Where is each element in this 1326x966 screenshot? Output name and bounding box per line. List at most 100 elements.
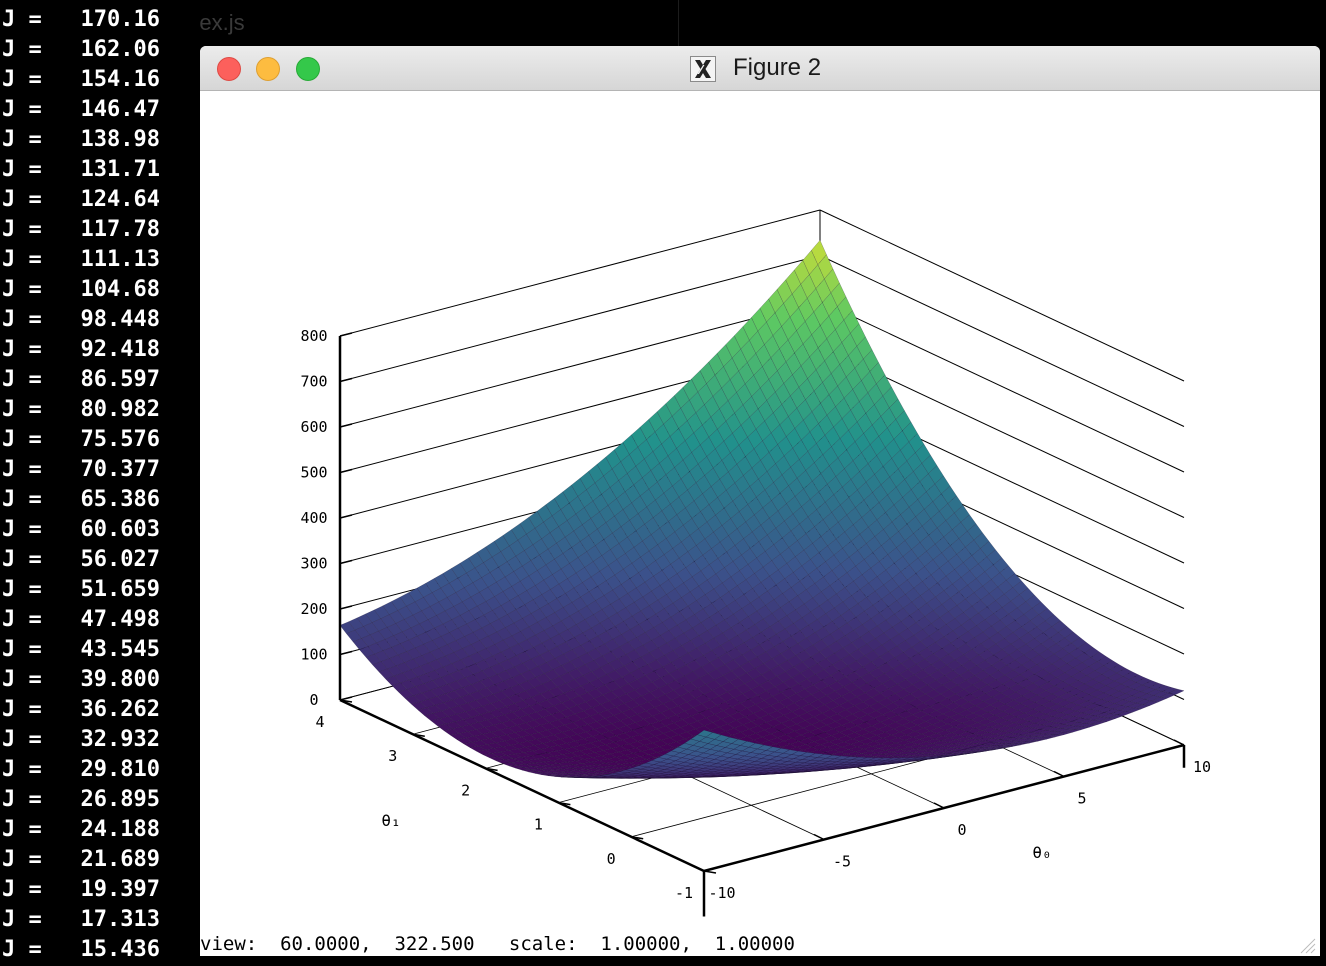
minimize-button[interactable] bbox=[256, 57, 280, 81]
z-tick-mark bbox=[339, 423, 353, 428]
resize-grip-icon[interactable] bbox=[1296, 934, 1316, 954]
view-label: view: bbox=[200, 933, 258, 955]
cost-value: 21.689 bbox=[80, 847, 160, 872]
cost-label: J = bbox=[2, 577, 42, 602]
y-axis-label: θ₁ bbox=[381, 811, 400, 830]
y-tick-mark bbox=[703, 870, 717, 874]
x-tick-mark bbox=[693, 865, 705, 872]
status-bar: view: 60.0000, 322.500 scale: 1.00000, 1… bbox=[200, 932, 1320, 956]
cost-value: 80.982 bbox=[80, 397, 160, 422]
y-tick-label: -1 bbox=[675, 884, 693, 902]
cost-value: 47.498 bbox=[80, 607, 160, 632]
terminal-line: J = 26.895 bbox=[2, 785, 160, 815]
z-tick-label: 400 bbox=[300, 509, 327, 527]
cost-value: 56.027 bbox=[80, 547, 160, 572]
terminal-line: J = 32.932 bbox=[2, 725, 160, 755]
cost-label: J = bbox=[2, 67, 42, 92]
z-grid-line bbox=[339, 209, 821, 337]
terminal-output[interactable]: J = 170.16 J = 162.06 J = 154.16 J = 146.47 J = 1… bbox=[0, 0, 200, 966]
terminal-line: J = 162.06 bbox=[2, 35, 160, 65]
x-tick-mark bbox=[933, 802, 945, 809]
terminal-line: J = 43.545 bbox=[2, 635, 160, 665]
terminal-line: J = 19.397 bbox=[2, 875, 160, 905]
x-tick-label: 10 bbox=[1193, 758, 1211, 776]
cost-value: 117.78 bbox=[80, 217, 160, 242]
y-tick-label: 1 bbox=[534, 816, 543, 834]
x-axis-label: θ₀ bbox=[1032, 843, 1051, 862]
cost-value: 124.64 bbox=[80, 187, 160, 212]
z-tick-mark bbox=[339, 332, 353, 337]
cost-label: J = bbox=[2, 817, 42, 842]
cost-value: 104.68 bbox=[80, 277, 160, 302]
editor-divider bbox=[678, 0, 679, 46]
surface-plot[interactable]: 0100200300400500600700800-10-50510-10123… bbox=[200, 90, 1320, 956]
cost-label: J = bbox=[2, 787, 42, 812]
cost-label: J = bbox=[2, 847, 42, 872]
z-tick-mark bbox=[339, 514, 353, 519]
cost-label: J = bbox=[2, 937, 42, 962]
terminal-line: J = 56.027 bbox=[2, 545, 160, 575]
cost-value: 111.13 bbox=[80, 247, 160, 272]
z-tick-mark bbox=[339, 559, 353, 565]
z-tick-label: 300 bbox=[300, 555, 327, 573]
cost-value: 24.188 bbox=[80, 817, 160, 842]
terminal-line: J = 117.78 bbox=[2, 215, 160, 245]
cost-label: J = bbox=[2, 757, 42, 782]
cost-value: 138.98 bbox=[80, 127, 160, 152]
terminal-line: J = 21.689 bbox=[2, 845, 160, 875]
cost-label: J = bbox=[2, 247, 42, 272]
cost-value: 32.932 bbox=[80, 727, 160, 752]
y-tick-label: 3 bbox=[388, 747, 397, 765]
x-tick-label: 0 bbox=[957, 821, 966, 839]
close-button[interactable] bbox=[217, 57, 241, 81]
cost-value: 19.397 bbox=[80, 877, 160, 902]
terminal-line: J = 104.68 bbox=[2, 275, 160, 305]
cost-value: 154.16 bbox=[80, 67, 160, 92]
cost-label: J = bbox=[2, 277, 42, 302]
cost-label: J = bbox=[2, 7, 42, 32]
x-tick-mark bbox=[1053, 770, 1065, 778]
cost-value: 98.448 bbox=[80, 307, 160, 332]
cost-label: J = bbox=[2, 127, 42, 152]
scale-value: 1.00000, 1.00000 bbox=[600, 933, 795, 955]
cost-value: 29.810 bbox=[80, 757, 160, 782]
cost-label: J = bbox=[2, 547, 42, 572]
cost-value: 51.659 bbox=[80, 577, 160, 602]
cost-value: 162.06 bbox=[80, 37, 160, 62]
z-tick-label: 0 bbox=[309, 691, 318, 709]
terminal-line: J = 170.16 bbox=[2, 5, 160, 35]
terminal-line: J = 17.313 bbox=[2, 905, 160, 935]
cost-label: J = bbox=[2, 667, 42, 692]
terminal-line: J = 111.13 bbox=[2, 245, 160, 275]
x-tick-mark bbox=[1173, 739, 1185, 746]
y-tick-label: 2 bbox=[461, 781, 470, 799]
x-tick-label: -10 bbox=[708, 884, 735, 902]
cost-label: J = bbox=[2, 397, 42, 422]
z-tick-label: 500 bbox=[300, 464, 327, 482]
cost-label: J = bbox=[2, 97, 42, 122]
view-value: 60.0000, 322.500 bbox=[280, 933, 475, 955]
terminal-line: J = 70.377 bbox=[2, 455, 160, 485]
terminal-line: J = 75.576 bbox=[2, 425, 160, 455]
z-tick-mark bbox=[339, 468, 353, 474]
cost-label: J = bbox=[2, 157, 42, 182]
terminal-line: J = 36.262 bbox=[2, 695, 160, 725]
cost-value: 86.597 bbox=[80, 367, 160, 392]
cost-label: J = bbox=[2, 607, 42, 632]
z-tick-mark bbox=[339, 650, 353, 656]
surface-mesh bbox=[339, 239, 1185, 779]
cost-value: 26.895 bbox=[80, 787, 160, 812]
figure-window[interactable]: Figure 2 0 100 200 300 400 500 600 700 800 -10 -5 0… bbox=[200, 46, 1320, 956]
maximize-button[interactable] bbox=[296, 57, 320, 81]
terminal-line: J = 15.436 bbox=[2, 935, 160, 965]
z-tick-mark bbox=[339, 377, 353, 383]
terminal-line: J = 92.418 bbox=[2, 335, 160, 365]
cost-value: 131.71 bbox=[80, 157, 160, 182]
terminal-line: J = 65.386 bbox=[2, 485, 160, 515]
cost-label: J = bbox=[2, 217, 42, 242]
cost-value: 70.377 bbox=[80, 457, 160, 482]
cost-label: J = bbox=[2, 637, 42, 662]
cost-value: 60.603 bbox=[80, 517, 160, 542]
cost-label: J = bbox=[2, 907, 42, 932]
title-bar[interactable]: Figure 2 bbox=[200, 46, 1320, 91]
